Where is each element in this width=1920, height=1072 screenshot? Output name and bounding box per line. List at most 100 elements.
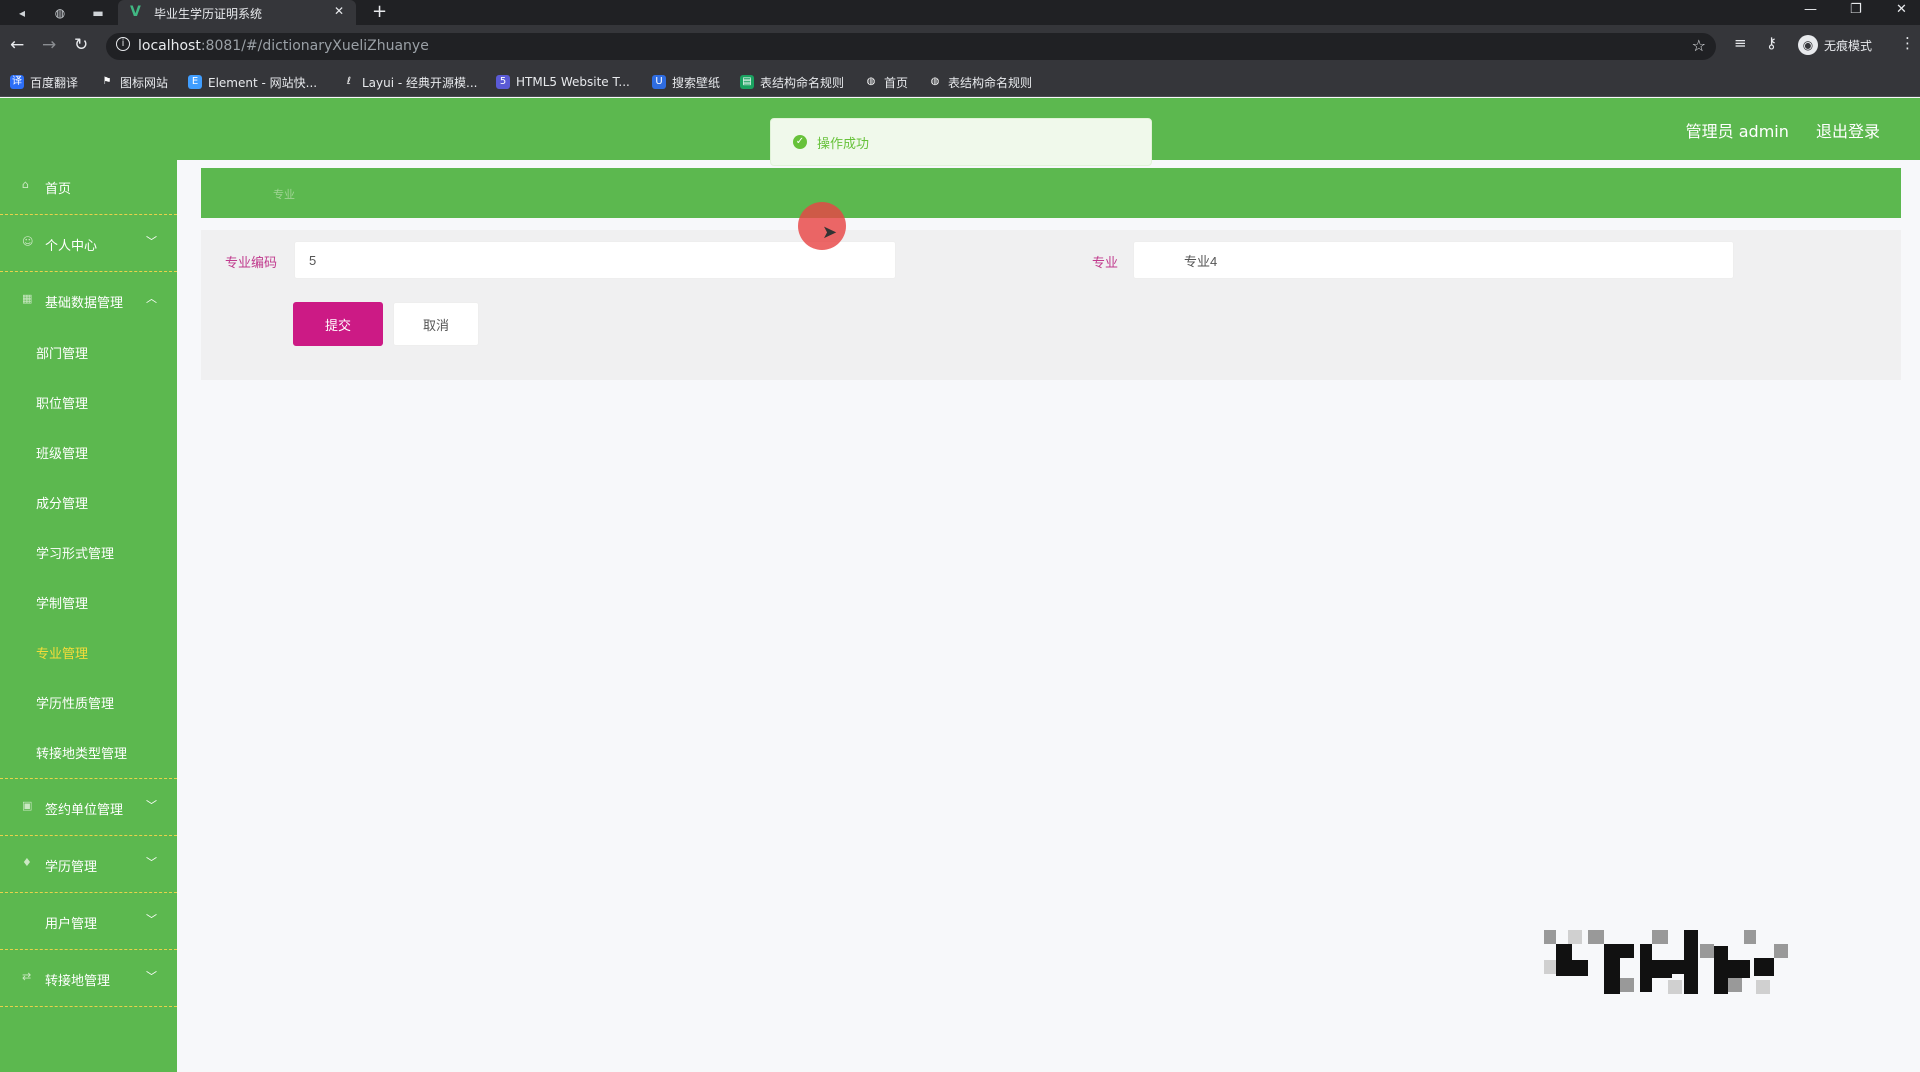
bookmark-label: Layui - 经典开源模... <box>362 75 478 90</box>
major-code-input[interactable] <box>294 241 896 279</box>
baidu-translate-icon: 译 <box>10 75 24 89</box>
sidebar-subitem-transfer-type[interactable]: 转接地类型管理 <box>36 743 127 762</box>
tab-title: 毕业生学历证明系统 <box>154 7 263 21</box>
sidebar-item-home[interactable]: ⌂ 首页 <box>0 160 177 215</box>
bookmark-label: 首页 <box>884 75 909 90</box>
bookmark-item[interactable]: E Element - 网站快... <box>188 73 317 91</box>
profile-label: 无痕模式 <box>1824 38 1873 53</box>
forward-icon[interactable]: → <box>42 35 56 55</box>
key-icon[interactable]: ⚷ <box>1766 34 1777 52</box>
sidebar-item-degree[interactable]: ♦ 学历管理 ﹀ <box>0 836 177 893</box>
sidebar-item-label: 用户管理 <box>45 917 98 932</box>
bookmarks-bar: 译百度翻译 ⚑ 图标网站 E Element - 网站快... ℓ Layui - 经… <box>0 67 1920 97</box>
sidebar-item-profile[interactable]: ☺ 个人中心 ﹀ <box>0 215 177 272</box>
restore-icon[interactable]: ❐ <box>1850 2 1862 17</box>
sidebar-item-employer[interactable]: ▣ 签约单位管理 ﹀ <box>0 779 177 836</box>
html5-icon: 5 <box>496 75 510 89</box>
sidebar-item-basic-data[interactable]: ▦ 基础数据管理 ︿ <box>0 272 177 328</box>
bookmark-item[interactable]: ◍ 表结构命名规则 <box>928 73 1032 91</box>
menu-kebab-icon[interactable]: ⋮ <box>1900 34 1915 52</box>
logout-link[interactable]: 退出登录 <box>1816 122 1880 141</box>
sidebar-subitem-study-form[interactable]: 学习形式管理 <box>36 543 114 562</box>
chevron-down-icon: ﹀ <box>146 856 157 869</box>
reading-list-icon[interactable]: ≡ <box>1734 34 1747 52</box>
globe-icon[interactable]: ◍ <box>50 3 70 23</box>
user-icon: ☺ <box>22 235 34 248</box>
bookmark-label: 百度翻译 <box>30 75 79 90</box>
browser-tab-strip: ◂ ◍ ▬ V 毕业生学历证明系统 ✕ + — ❐ ✕ <box>0 0 1920 25</box>
sidebar: ⌂ 首页 ☺ 个人中心 ﹀ ▦ 基础数据管理 ︿ 部门管理 职位管理 班级管理 … <box>0 160 177 1072</box>
sidebar-item-label: 个人中心 <box>45 239 98 254</box>
home-icon: ⌂ <box>22 178 29 191</box>
incognito-icon: ◉ <box>1798 35 1818 55</box>
url-path: :8081/#/dictionaryXueliZhuanye <box>200 38 429 54</box>
sidebar-item-label: 首页 <box>45 182 72 197</box>
layui-icon: ℓ <box>346 76 352 87</box>
bookmark-item[interactable]: ℓ Layui - 经典开源模... <box>342 73 478 91</box>
bookmark-label: 表结构命名规则 <box>760 75 845 90</box>
sidebar-subitem-composition[interactable]: 成分管理 <box>36 493 88 512</box>
bookmark-label: HTML5 Website T... <box>516 75 630 89</box>
window-close-icon[interactable]: ✕ <box>1896 2 1907 17</box>
success-toast: ✓ 操作成功 <box>770 118 1152 166</box>
info-icon[interactable]: i <box>116 37 130 51</box>
bookmark-label: 表结构命名规则 <box>948 75 1033 90</box>
sidebar-subitem-class[interactable]: 班级管理 <box>36 443 88 462</box>
cancel-button[interactable]: 取消 <box>393 302 479 346</box>
watermark-logo <box>1544 930 1788 994</box>
back-icon[interactable]: ← <box>10 35 24 55</box>
transfer-icon: ⇄ <box>22 970 32 983</box>
bookmark-label: 图标网站 <box>120 75 169 90</box>
sidebar-subitem-duration[interactable]: 学制管理 <box>36 593 88 612</box>
sidebar-item-users[interactable]: ☺ 用户管理 ﹀ <box>0 893 177 950</box>
address-bar[interactable]: i localhost:8081/#/dictionaryXueliZhuany… <box>106 33 1716 60</box>
chevron-up-icon: ︿ <box>146 292 157 305</box>
globe-icon: ◍ <box>930 76 940 87</box>
globe-icon: ◍ <box>866 76 876 87</box>
bookmark-item[interactable]: 5 HTML5 Website T... <box>496 73 630 91</box>
sidebar-subitem-department[interactable]: 部门管理 <box>36 343 88 362</box>
breadcrumb: 专业 <box>201 168 1901 218</box>
bookmark-item[interactable]: ⚑ 图标网站 <box>100 73 169 91</box>
reload-icon[interactable]: ↻ <box>74 35 88 55</box>
sidebar-item-transfer[interactable]: ⇄ 转接地管理 ﹀ <box>0 950 177 1007</box>
sheet-icon: ▤ <box>740 75 754 89</box>
bookmark-label: Element - 网站快... <box>208 75 318 90</box>
vue-logo-icon: V <box>130 4 141 20</box>
url-text[interactable]: localhost:8081/#/dictionaryXueliZhuanye <box>138 38 429 54</box>
sidebar-subitem-degree-nature[interactable]: 学历性质管理 <box>36 693 114 712</box>
close-tab-icon[interactable]: ✕ <box>334 4 344 18</box>
window-icon[interactable]: ▬ <box>88 3 108 23</box>
header-user-area: 管理员 admin 退出登录 <box>1664 118 1880 142</box>
minimize-icon[interactable]: — <box>1804 2 1817 17</box>
sidebar-subitem-position[interactable]: 职位管理 <box>36 393 88 412</box>
new-tab-icon[interactable]: + <box>372 1 387 22</box>
chevron-down-icon: ﹀ <box>146 970 157 983</box>
wallpaper-icon: U <box>652 75 666 89</box>
sidebar-item-label: 基础数据管理 <box>45 296 124 311</box>
submit-button[interactable]: 提交 <box>293 302 383 346</box>
bookmark-item[interactable]: ◍ 首页 <box>864 73 908 91</box>
bookmark-item[interactable]: 译百度翻译 <box>10 73 78 91</box>
sidebar-subitem-major[interactable]: 专业管理 <box>36 643 88 662</box>
sidebar-item-label: 学历管理 <box>45 860 98 875</box>
bookmark-item[interactable]: U 搜索壁纸 <box>652 73 720 91</box>
success-check-icon: ✓ <box>793 135 807 149</box>
url-host: localhost <box>138 38 201 54</box>
browser-tab-active[interactable]: V 毕业生学历证明系统 ✕ <box>118 0 356 25</box>
sidebar-item-label: 签约单位管理 <box>45 803 124 818</box>
incognito-profile[interactable]: ◉ 无痕模式 <box>1798 32 1872 58</box>
browser-toolbar: ← → ↻ i localhost:8081/#/dictionaryXueli… <box>0 25 1920 67</box>
bookmark-star-icon[interactable]: ☆ <box>1692 36 1706 55</box>
tab-search-icon[interactable]: ◂ <box>12 3 32 23</box>
users-icon: ☺ <box>22 913 33 926</box>
bookmark-item[interactable]: ▤ 表结构命名规则 <box>740 73 844 91</box>
chevron-down-icon: ﹀ <box>146 913 157 926</box>
major-name-label: 专业 <box>1092 256 1119 271</box>
mouse-pointer-icon: ➤ <box>822 222 838 243</box>
major-name-input[interactable] <box>1133 241 1734 279</box>
cap-icon: ♦ <box>22 856 32 869</box>
admin-user-label: 管理员 admin <box>1685 122 1789 141</box>
chevron-down-icon: ﹀ <box>146 235 157 248</box>
building-icon: ▣ <box>22 799 33 812</box>
